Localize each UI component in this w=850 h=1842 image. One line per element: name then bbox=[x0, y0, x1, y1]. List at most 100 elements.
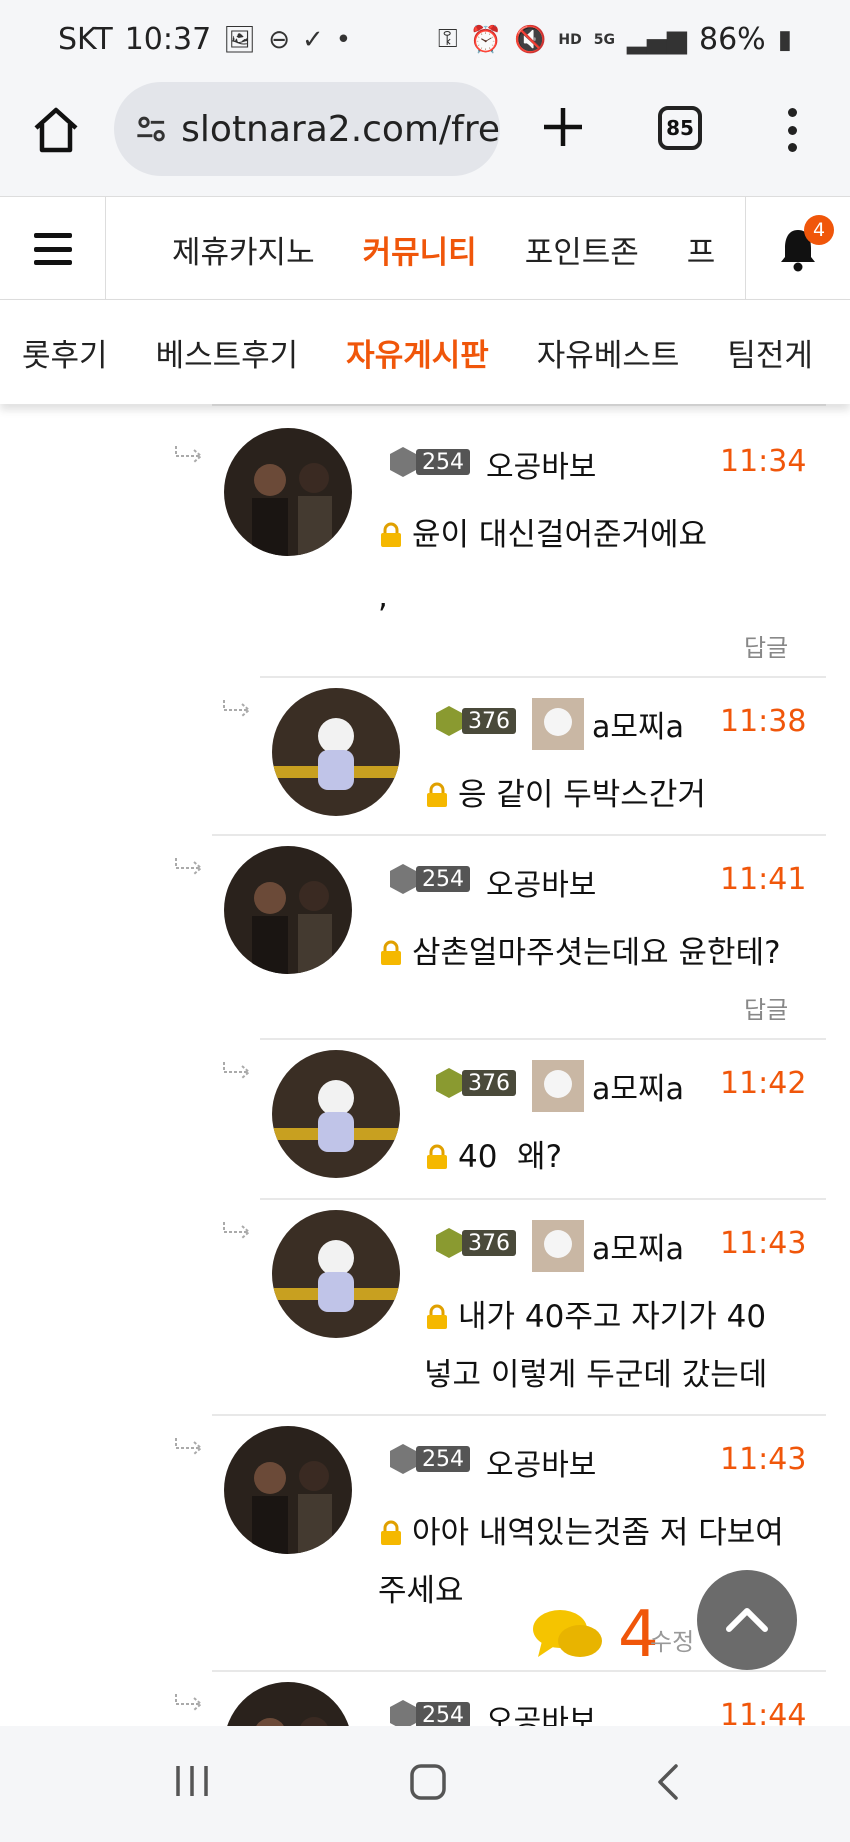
reply-arrow-icon bbox=[223, 1222, 251, 1239]
comment-text: 윤이 대신걸어준거에요 bbox=[378, 506, 707, 564]
dot-icon: • bbox=[335, 24, 352, 55]
more-menu-icon[interactable] bbox=[782, 108, 802, 152]
comment-time: 11:43 bbox=[720, 1442, 807, 1477]
reply-arrow-icon bbox=[223, 700, 251, 717]
back-icon[interactable] bbox=[652, 1762, 682, 1802]
level-badge: 376 bbox=[434, 1066, 516, 1100]
alarm-icon: ⏰ bbox=[469, 24, 503, 55]
lock-icon bbox=[381, 522, 401, 547]
divider bbox=[260, 676, 826, 678]
user-mini-image bbox=[532, 698, 584, 750]
url-text: slotnara2.com/fre bbox=[181, 108, 500, 150]
5g-icon: 5G bbox=[593, 31, 615, 48]
comment-text-line2: 넣고 이렇게 두군데 갔는데 bbox=[424, 1357, 768, 1393]
edit-button[interactable]: 수정 bbox=[650, 1628, 694, 1656]
nav-item-point-zone[interactable]: 포인트존 bbox=[525, 227, 639, 272]
nickname[interactable]: 오공바보 bbox=[486, 1440, 596, 1484]
carrier-label: SKT bbox=[58, 22, 113, 57]
avatar[interactable] bbox=[224, 846, 352, 974]
comment-text: 내가 40주고 자기가 40 bbox=[424, 1288, 766, 1346]
nickname[interactable]: 오공바보 bbox=[486, 442, 596, 486]
battery-icon: ▮ bbox=[777, 24, 792, 55]
dnd-icon: ⊖ bbox=[268, 24, 290, 55]
comment-time: 11:34 bbox=[720, 444, 807, 479]
scroll-to-top-button[interactable] bbox=[697, 1570, 797, 1670]
comment-time: 11:41 bbox=[720, 862, 807, 897]
status-bar: SKT 10:37 🖼 ⊖ ✓ • ⚿ ⏰ 🔇 HD 5G ▂▄▆ 86% ▮ bbox=[0, 0, 850, 82]
nav-item-partner-casino[interactable]: 제휴카지노 bbox=[172, 227, 315, 272]
level-icon bbox=[390, 1700, 416, 1726]
reply-button[interactable]: 답글 bbox=[744, 990, 788, 1025]
site-main-nav: 제휴카지노 커뮤니티 포인트존 프 4 bbox=[0, 196, 850, 301]
mute-icon: 🔇 bbox=[514, 24, 547, 55]
key-icon: ⚿ bbox=[437, 24, 458, 54]
sub-item-review[interactable]: 롯후기 bbox=[22, 330, 108, 375]
user-mini-image bbox=[532, 1060, 584, 1112]
nickname[interactable]: a모찌a bbox=[592, 702, 684, 746]
divider bbox=[212, 1414, 826, 1416]
avatar[interactable] bbox=[272, 1210, 400, 1338]
browser-toolbar: slotnara2.com/fre 85 bbox=[0, 82, 850, 196]
hamburger-menu-icon[interactable] bbox=[0, 197, 106, 301]
notification-button[interactable]: 4 bbox=[745, 197, 850, 301]
level-badge: 254 bbox=[388, 445, 470, 479]
nav-item-more[interactable]: 프 bbox=[687, 227, 716, 272]
nickname[interactable]: a모찌a bbox=[592, 1064, 684, 1108]
lock-icon bbox=[381, 1520, 401, 1545]
level-icon bbox=[436, 1228, 462, 1258]
image-icon: 🖼 bbox=[223, 24, 257, 55]
site-settings-icon[interactable] bbox=[134, 108, 169, 150]
reply-arrow-icon bbox=[175, 1438, 203, 1455]
address-bar[interactable]: slotnara2.com/fre bbox=[114, 82, 500, 176]
tab-switcher-button[interactable]: 85 bbox=[658, 106, 702, 150]
comment-time: 11:44 bbox=[720, 1698, 807, 1726]
reply-arrow-icon bbox=[175, 858, 203, 875]
level-icon bbox=[390, 864, 416, 894]
home-nav-icon[interactable] bbox=[408, 1762, 448, 1802]
nickname[interactable]: 오공바보 bbox=[486, 1696, 596, 1726]
board-sub-nav: 롯후기 베스트후기 자유게시판 자유베스트 팀전게 bbox=[0, 300, 850, 404]
avatar[interactable] bbox=[224, 428, 352, 556]
comment-text: 삼촌얼마주셧는데요 윤한테? bbox=[378, 924, 781, 982]
sub-item-best-review[interactable]: 베스트후기 bbox=[156, 330, 299, 375]
main-nav-items: 제휴카지노 커뮤니티 포인트존 프 bbox=[106, 197, 746, 301]
sub-item-team-game[interactable]: 팀전게 bbox=[727, 330, 813, 375]
recent-apps-icon[interactable] bbox=[172, 1762, 212, 1800]
reply-arrow-icon bbox=[175, 1694, 203, 1711]
home-icon[interactable] bbox=[30, 104, 82, 156]
sub-item-free-best[interactable]: 자유베스트 bbox=[537, 330, 680, 375]
comment-text-line2: , bbox=[378, 579, 388, 615]
nav-item-community[interactable]: 커뮤니티 bbox=[363, 227, 477, 272]
level-badge: 376 bbox=[434, 704, 516, 738]
nickname[interactable]: a모찌a bbox=[592, 1224, 684, 1268]
level-badge: 254 bbox=[388, 1698, 470, 1726]
status-right: ⚿ ⏰ 🔇 HD 5G ▂▄▆ 86% ▮ bbox=[438, 22, 792, 57]
signal-icon: ▂▄▆ bbox=[627, 24, 687, 55]
nickname[interactable]: 오공바보 bbox=[486, 860, 596, 904]
user-mini-image bbox=[532, 1220, 584, 1272]
level-badge: 376 bbox=[434, 1226, 516, 1260]
avatar[interactable] bbox=[224, 1682, 352, 1726]
notification-badge: 4 bbox=[804, 215, 834, 245]
comment-text: 아아 내역있는것좀 저 다보여 bbox=[378, 1504, 784, 1562]
level-badge: 254 bbox=[388, 862, 470, 896]
new-tab-icon[interactable] bbox=[538, 102, 588, 152]
divider bbox=[260, 1038, 826, 1040]
divider bbox=[260, 1198, 826, 1200]
reply-button[interactable]: 답글 bbox=[744, 628, 788, 663]
level-icon bbox=[436, 1068, 462, 1098]
reply-arrow-icon bbox=[175, 446, 203, 463]
sub-item-free-board[interactable]: 자유게시판 bbox=[346, 330, 489, 375]
comment-text-line2: 주세요 bbox=[378, 1573, 464, 1609]
chevron-up-icon bbox=[726, 1608, 768, 1632]
avatar[interactable] bbox=[272, 1050, 400, 1178]
avatar[interactable] bbox=[272, 688, 400, 816]
lock-icon bbox=[427, 1304, 447, 1329]
battery-percent: 86% bbox=[699, 22, 766, 57]
reply-arrow-icon bbox=[223, 1062, 251, 1079]
avatar[interactable] bbox=[224, 1426, 352, 1554]
lock-icon bbox=[427, 1144, 447, 1169]
level-icon bbox=[390, 1444, 416, 1474]
comment-list: 254 오공바보 11:34 윤이 대신걸어준거에요 , 답글 376 a모찌a… bbox=[0, 404, 850, 1726]
comment-time: 11:43 bbox=[720, 1226, 807, 1261]
